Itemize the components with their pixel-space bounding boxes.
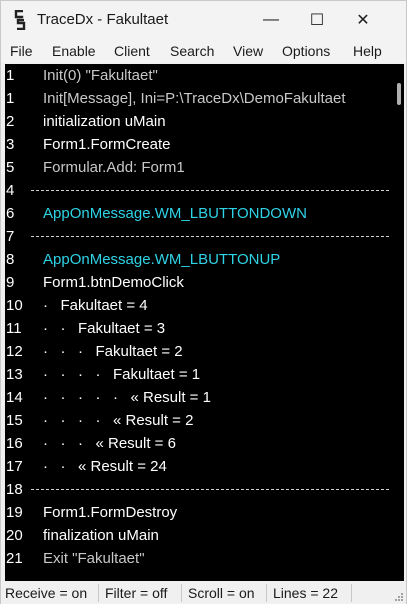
menu-search[interactable]: Search <box>170 43 214 59</box>
window-title: TraceDx - Fakultaet <box>37 11 169 28</box>
title-bar[interactable]: TraceDx - Fakultaet — ☐ ✕ <box>1 1 406 39</box>
status-filter: Filter = off <box>105 585 168 601</box>
log-text: · Fakultaet = 4 <box>43 297 148 314</box>
menu-client[interactable]: Client <box>114 43 150 59</box>
log-text: Formular.Add: Form1 <box>43 159 185 176</box>
log-row[interactable]: 20 finalization uMain <box>5 524 393 547</box>
resize-grip-icon[interactable] <box>394 592 404 602</box>
line-number: 6 <box>6 205 15 222</box>
line-number: 11 <box>6 320 22 337</box>
status-bar: Receive = on Filter = off Scroll = on Li… <box>1 582 406 604</box>
separator-row[interactable]: 18 <box>5 478 393 501</box>
menu-bar: File Enable Client Search View Options H… <box>1 39 406 63</box>
log-text: AppOnMessage.WM_LBUTTONDOWN <box>43 205 307 222</box>
status-scroll: Scroll = on <box>188 585 255 601</box>
log-row[interactable]: 12 · · · Fakultaet = 2 <box>5 340 393 363</box>
tracedx-logo-icon <box>14 10 26 30</box>
minimize-icon: — <box>263 11 279 28</box>
line-number: 2 <box>6 113 15 130</box>
menu-help[interactable]: Help <box>353 43 382 59</box>
line-number: 15 <box>6 412 23 429</box>
log-text: Init[Message], Ini=P:\TraceDx\DemoFakult… <box>43 90 346 107</box>
log-row[interactable]: 11 · · Fakultaet = 3 <box>5 317 393 340</box>
menu-file[interactable]: File <box>10 43 33 59</box>
maximize-button[interactable]: ☐ <box>294 1 340 39</box>
log-text: finalization uMain <box>43 527 159 544</box>
line-number: 21 <box>6 550 23 567</box>
status-divider <box>98 584 99 602</box>
line-number: 9 <box>6 274 15 291</box>
log-text: · · · · Fakultaet = 1 <box>43 366 201 383</box>
vertical-scrollbar[interactable] <box>393 64 404 581</box>
log-row[interactable]: 5 Formular.Add: Form1 <box>5 156 393 179</box>
log-text: Form1.FormDestroy <box>43 504 178 521</box>
separator-line <box>31 236 389 237</box>
log-row[interactable]: 1 Init(0) "Fakultaet" <box>5 64 393 87</box>
log-text: · · · · · « Result = 1 <box>43 389 211 406</box>
line-number: 12 <box>6 343 23 360</box>
log-text: Form1.btnDemoClick <box>43 274 184 291</box>
log-text: Form1.FormCreate <box>43 136 171 153</box>
line-number: 13 <box>6 366 23 383</box>
line-number: 20 <box>6 527 23 544</box>
close-button[interactable]: ✕ <box>340 1 386 39</box>
log-text: · · « Result = 24 <box>43 458 167 475</box>
log-row[interactable]: 6 AppOnMessage.WM_LBUTTONDOWN <box>5 202 393 225</box>
log-row[interactable]: 9 Form1.btnDemoClick <box>5 271 393 294</box>
log-row[interactable]: 8 AppOnMessage.WM_LBUTTONUP <box>5 248 393 271</box>
line-number: 7 <box>6 228 15 245</box>
log-row[interactable]: 10 · Fakultaet = 4 <box>5 294 393 317</box>
status-divider <box>266 584 267 602</box>
log-row[interactable]: 15 · · · · « Result = 2 <box>5 409 393 432</box>
log-text: · · Fakultaet = 3 <box>43 320 166 337</box>
log-text: · · · · « Result = 2 <box>43 412 194 429</box>
line-number: 8 <box>6 251 15 268</box>
scrollbar-thumb[interactable] <box>397 83 401 105</box>
log-text: AppOnMessage.WM_LBUTTONUP <box>43 251 281 268</box>
close-icon: ✕ <box>356 12 370 29</box>
trace-log-panel[interactable]: 21 Exit "Fakultaet" 20 finalization uMain 19… <box>5 64 404 581</box>
log-row[interactable]: 21 Exit "Fakultaet" <box>5 547 393 570</box>
line-number: 5 <box>6 159 15 176</box>
separator-line <box>31 190 389 191</box>
log-row[interactable]: 14 · · · · · « Result = 1 <box>5 386 393 409</box>
maximize-icon: ☐ <box>309 12 325 29</box>
menu-enable[interactable]: Enable <box>52 43 96 59</box>
separator-row[interactable]: 7 <box>5 225 393 248</box>
menu-options[interactable]: Options <box>282 43 330 59</box>
log-row[interactable]: 13 · · · · Fakultaet = 1 <box>5 363 393 386</box>
status-divider <box>351 584 352 602</box>
log-text: · · · Fakultaet = 2 <box>43 343 183 360</box>
log-text: · · · « Result = 6 <box>43 435 176 452</box>
menu-view[interactable]: View <box>233 43 263 59</box>
minimize-button[interactable]: — <box>248 1 294 39</box>
log-text: initialization uMain <box>43 113 166 130</box>
log-row[interactable]: 19 Form1.FormDestroy <box>5 501 393 524</box>
separator-row[interactable]: 4 <box>5 179 393 202</box>
line-number: 18 <box>6 481 23 498</box>
log-row[interactable]: 16 · · · « Result = 6 <box>5 432 393 455</box>
line-number: 17 <box>6 458 23 475</box>
log-text: Exit "Fakultaet" <box>43 550 145 567</box>
tracedx-window: TraceDx - Fakultaet — ☐ ✕ File Enable Cl… <box>0 0 407 604</box>
line-number: 1 <box>6 67 15 84</box>
line-number: 1 <box>6 90 15 107</box>
line-number: 4 <box>6 182 15 199</box>
log-row[interactable]: 17 · · « Result = 24 <box>5 455 393 478</box>
status-divider <box>181 584 182 602</box>
separator-line <box>31 489 389 490</box>
log-row[interactable]: 1 Init[Message], Ini=P:\TraceDx\DemoFakul… <box>5 87 393 110</box>
line-number: 3 <box>6 136 15 153</box>
status-lines: Lines = 22 <box>273 585 338 601</box>
line-number: 19 <box>6 504 23 521</box>
status-receive: Receive = on <box>5 585 88 601</box>
log-row[interactable]: 3 Form1.FormCreate <box>5 133 393 156</box>
log-row[interactable]: 2 initialization uMain <box>5 110 393 133</box>
line-number: 16 <box>6 435 23 452</box>
line-number: 14 <box>6 389 23 406</box>
log-text: Init(0) "Fakultaet" <box>43 67 158 84</box>
line-number: 10 <box>6 297 23 314</box>
